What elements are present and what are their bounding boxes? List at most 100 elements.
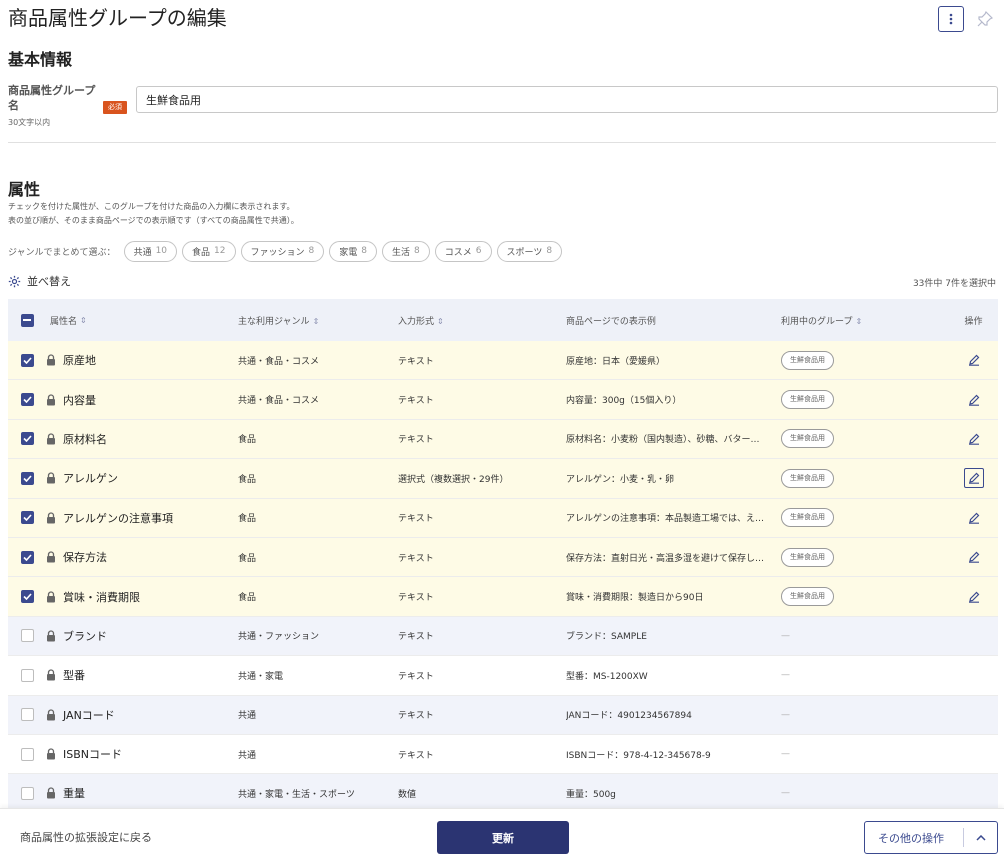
attribute-name: アレルゲンの注意事項 [63, 511, 173, 525]
row-checkbox[interactable] [20, 550, 34, 564]
group-tag: 生鮮食品用 [781, 350, 834, 370]
table-row: 内容量 共通・食品・コスメ テキスト 内容量：300g（15個入り） 生鮮食品用 [8, 380, 998, 420]
genre-chip-count: 6 [475, 246, 482, 256]
header-input[interactable]: 入力形式 ⇕ [398, 314, 566, 327]
chevron-up-icon[interactable] [964, 834, 997, 841]
attribute-name: 重量 [63, 787, 85, 801]
edit-button[interactable] [964, 390, 984, 410]
group-name-hint: 30文字以内 [8, 118, 51, 127]
genre-chip-list: 共通 10 食品 12 ファッション 8 家電 8 生活 8 コスメ 6 スポーツ 8 [123, 240, 568, 262]
edit-button[interactable] [963, 468, 984, 489]
row-checkbox[interactable] [20, 629, 34, 643]
attribute-input-type: テキスト [398, 553, 434, 564]
attribute-name: 内容量 [63, 393, 96, 407]
genre-chip-count: 8 [546, 246, 553, 256]
group-name-input[interactable] [136, 86, 998, 113]
row-checkbox[interactable] [20, 668, 34, 682]
lock-icon [46, 433, 56, 445]
table-row: アレルゲン 食品 選択式（複数選択・29件） アレルゲン：小麦・乳・卵 生鮮食品用 [8, 459, 998, 499]
edit-button[interactable] [964, 587, 984, 607]
back-link[interactable]: 商品属性の拡張設定に戻る [20, 829, 152, 845]
genre-chip-count: 8 [308, 246, 315, 256]
attribute-input-type: テキスト [398, 435, 434, 446]
more-menu-button[interactable] [938, 6, 964, 32]
row-checkbox[interactable] [20, 747, 34, 761]
pencil-icon [968, 551, 980, 563]
genre-chip[interactable]: 共通 10 [123, 240, 178, 262]
row-checkbox[interactable] [20, 786, 34, 800]
lock-icon [46, 354, 56, 366]
header-op: 操作 [964, 316, 983, 327]
pin-button[interactable] [974, 8, 996, 30]
attribute-example: 重量：500g [566, 789, 616, 800]
genre-filter-label: ジャンルでまとめて選ぶ： [8, 247, 116, 258]
header-name[interactable]: 属性名 ⇕ [46, 314, 238, 327]
lock-icon [46, 512, 56, 524]
attributes-description-1: チェックを付けた属性が、このグループを付けた商品の入力欄に表示されます。 [8, 202, 295, 211]
attribute-genre: 食品 [238, 474, 257, 485]
edit-button[interactable] [964, 547, 984, 567]
genre-chip[interactable]: スポーツ 8 [496, 240, 563, 262]
row-checkbox[interactable] [20, 708, 34, 722]
table-body: 原産地 共通・食品・コスメ テキスト 原産地：日本（愛媛県） 生鮮食品用 内容量 共通・食品… [8, 341, 998, 814]
attribute-genre: 共通 [238, 711, 257, 722]
attribute-name: 原材料名 [63, 432, 107, 446]
attribute-name: ISBNコード [63, 748, 123, 762]
row-checkbox[interactable] [20, 471, 34, 485]
attribute-name: 原産地 [63, 354, 96, 368]
edit-button[interactable] [964, 508, 984, 528]
row-checkbox[interactable] [20, 590, 34, 604]
genre-chip[interactable]: 家電 8 [329, 240, 377, 262]
sort-icon: ⇕ [80, 315, 87, 325]
page-title: 商品属性グループの編集 [8, 6, 227, 30]
required-badge: 必須 [103, 101, 127, 114]
page-header: 商品属性グループの編集 [8, 4, 996, 36]
attribute-genre: 食品 [238, 514, 257, 525]
attribute-input-type: テキスト [398, 711, 434, 722]
genre-chip[interactable]: コスメ 6 [434, 240, 492, 262]
row-checkbox[interactable] [20, 393, 34, 407]
update-button[interactable]: 更新 [437, 821, 569, 854]
genre-chip[interactable]: ファッション 8 [240, 240, 325, 262]
group-empty: — [781, 709, 790, 720]
sort-icon: ⇕ [855, 316, 863, 326]
attribute-name: JANコード [63, 708, 115, 722]
group-tag: 生鮮食品用 [781, 587, 834, 607]
lock-icon [46, 748, 56, 760]
edit-button[interactable] [964, 350, 984, 370]
attributes-description-2: 表の並び順が、そのまま商品ページでの表示順です（すべての商品属性で共通）。 [8, 216, 299, 225]
attribute-name: ブランド [63, 629, 107, 643]
pin-icon [977, 11, 993, 27]
attribute-genre: 共通 [238, 750, 257, 761]
header-group[interactable]: 利用中のグループ ⇕ [781, 314, 949, 327]
row-checkbox[interactable] [20, 432, 34, 446]
select-all-checkbox[interactable] [20, 313, 34, 327]
row-checkbox[interactable] [20, 511, 34, 525]
sort-button[interactable]: 並べ替え [8, 273, 71, 289]
attribute-input-type: テキスト [398, 593, 434, 604]
attribute-input-type: 選択式（複数選択・29件） [398, 474, 509, 485]
attribute-example: アレルゲンの注意事項：本品製造工場では、え… [566, 514, 765, 525]
attribute-genre: 共通・家電 [238, 671, 284, 682]
gear-icon [8, 275, 21, 288]
table-row: 賞味・消費期限 食品 テキスト 賞味・消費期限：製造日から90日 生鮮食品用 [8, 577, 998, 617]
genre-chip[interactable]: 生活 8 [382, 240, 430, 262]
edit-button[interactable] [964, 429, 984, 449]
attribute-example: 内容量：300g（15個入り） [566, 396, 682, 407]
row-checkbox[interactable] [20, 353, 34, 367]
attribute-example: JANコード：4901234567894 [566, 711, 692, 722]
attribute-name: 賞味・消費期限 [63, 590, 140, 604]
genre-chip[interactable]: 食品 12 [182, 240, 236, 262]
attribute-input-type: 数値 [398, 789, 417, 800]
other-actions-button[interactable]: その他の操作 [864, 821, 998, 854]
table-row: 原産地 共通・食品・コスメ テキスト 原産地：日本（愛媛県） 生鮮食品用 [8, 341, 998, 381]
attribute-name: 保存方法 [63, 551, 107, 565]
attribute-genre: 食品 [238, 553, 257, 564]
attributes-table: 属性名 ⇕ 主な利用ジャンル ⇕ 入力形式 ⇕ 商品ページでの表示例 利用中のグループ… [8, 299, 998, 814]
header-genre[interactable]: 主な利用ジャンル ⇕ [238, 314, 398, 327]
attribute-input-type: テキスト [398, 514, 434, 525]
selection-count: 33件中 7件を選択中 [912, 279, 996, 289]
attribute-genre: 共通・家電・生活・スポーツ [238, 789, 355, 800]
attribute-input-type: テキスト [398, 396, 434, 407]
table-row: 保存方法 食品 テキスト 保存方法：直射日光・高温多湿を避けて保存し… 生鮮食品用 [8, 537, 998, 578]
